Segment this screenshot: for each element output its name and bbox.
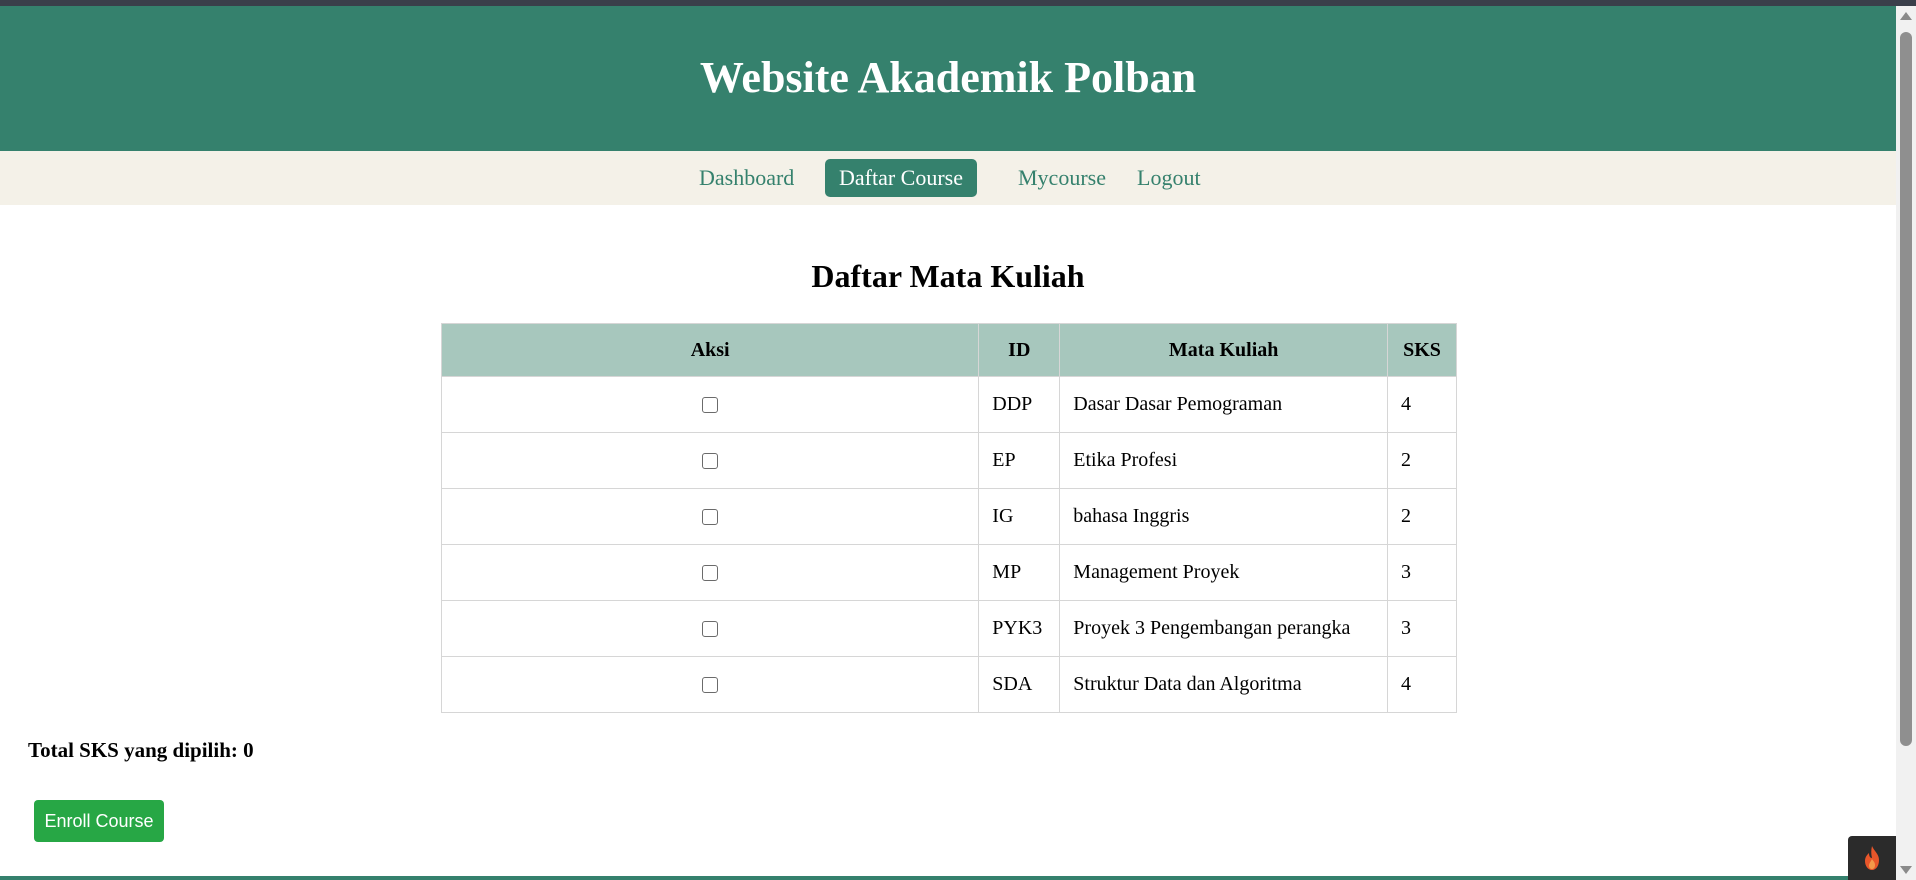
- course-sks: 3: [1387, 600, 1457, 657]
- site-title: Website Akademik Polban: [699, 53, 1197, 102]
- column-header-aksi: Aksi: [440, 323, 980, 377]
- scroll-down-arrow-icon[interactable]: [1900, 866, 1912, 874]
- table-row: MP Management Proyek 3: [440, 544, 1457, 601]
- page-title: Daftar Mata Kuliah: [811, 258, 1085, 294]
- scroll-up-arrow-icon[interactable]: [1900, 12, 1912, 20]
- corner-widget[interactable]: [1848, 836, 1896, 880]
- table-row: DDP Dasar Dasar Pemograman 4: [440, 376, 1457, 433]
- aksi-cell: [440, 432, 980, 489]
- total-sks-label: Total SKS yang dipilih:: [28, 738, 238, 762]
- nav-item-mycourse[interactable]: Mycourse: [1004, 159, 1120, 197]
- aksi-cell: [440, 600, 980, 657]
- table-row: SDA Struktur Data dan Algoritma 4: [440, 656, 1457, 713]
- total-sks: Total SKS yang dipilih: 0: [28, 738, 254, 763]
- column-header-id: ID: [978, 323, 1061, 377]
- aksi-cell: [440, 656, 980, 713]
- table-row: PYK3 Proyek 3 Pengembangan perangka 3: [440, 600, 1457, 657]
- course-checkbox[interactable]: [702, 621, 719, 638]
- course-checkbox[interactable]: [702, 565, 719, 582]
- bottom-bar: [0, 876, 1896, 880]
- course-id: SDA: [978, 656, 1061, 713]
- course-id: EP: [978, 432, 1061, 489]
- nav-item-daftar-course[interactable]: Daftar Course: [825, 159, 978, 197]
- column-header-mata-kuliah: Mata Kuliah: [1059, 323, 1389, 377]
- table-row: IG bahasa Inggris 2: [440, 488, 1457, 545]
- course-table: Aksi ID Mata Kuliah SKS DDP Dasar Dasar …: [440, 323, 1457, 713]
- course-sks: 2: [1387, 488, 1457, 545]
- course-sks: 4: [1387, 656, 1457, 713]
- course-id: MP: [978, 544, 1061, 601]
- course-id: PYK3: [978, 600, 1061, 657]
- course-name: Proyek 3 Pengembangan perangka: [1059, 600, 1389, 657]
- main-nav: Dashboard Daftar Course Mycourse Logout: [0, 151, 1896, 205]
- course-sks: 3: [1387, 544, 1457, 601]
- course-name: Struktur Data dan Algoritma: [1059, 656, 1389, 713]
- course-checkbox[interactable]: [702, 677, 719, 694]
- course-id: IG: [978, 488, 1061, 545]
- course-sks: 4: [1387, 376, 1457, 433]
- course-sks: 2: [1387, 432, 1457, 489]
- table-header-row: Aksi ID Mata Kuliah SKS: [440, 323, 1457, 377]
- course-name: Etika Profesi: [1059, 432, 1389, 489]
- course-checkbox[interactable]: [702, 397, 719, 414]
- table-row: EP Etika Profesi 2: [440, 432, 1457, 489]
- aksi-cell: [440, 376, 980, 433]
- total-sks-value: 0: [243, 738, 254, 762]
- aksi-cell: [440, 488, 980, 545]
- nav-item-dashboard[interactable]: Dashboard: [685, 159, 808, 197]
- scrollbar-thumb[interactable]: [1900, 32, 1912, 746]
- course-name: Dasar Dasar Pemograman: [1059, 376, 1389, 433]
- nav-item-logout[interactable]: Logout: [1123, 159, 1215, 197]
- course-checkbox[interactable]: [702, 509, 719, 526]
- aksi-cell: [440, 544, 980, 601]
- site-header: Website Akademik Polban: [0, 6, 1896, 151]
- course-id: DDP: [978, 376, 1061, 433]
- flame-icon: [1865, 846, 1879, 870]
- enroll-course-button[interactable]: Enroll Course: [34, 800, 164, 842]
- vertical-scrollbar[interactable]: [1896, 6, 1916, 880]
- course-name: bahasa Inggris: [1059, 488, 1389, 545]
- course-checkbox[interactable]: [702, 453, 719, 470]
- course-name: Management Proyek: [1059, 544, 1389, 601]
- column-header-sks: SKS: [1387, 323, 1457, 377]
